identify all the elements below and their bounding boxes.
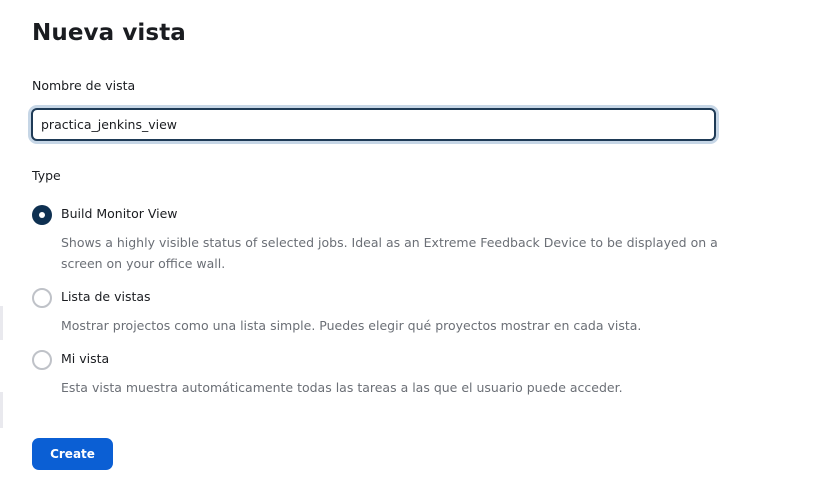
view-name-input[interactable]: [31, 108, 716, 141]
create-button[interactable]: Create: [32, 438, 113, 470]
view-name-label: Nombre de vista: [32, 78, 136, 93]
radio-button[interactable]: [32, 350, 52, 370]
option-description: Shows a highly visible status of selecte…: [61, 235, 718, 271]
radio-button[interactable]: [32, 288, 52, 308]
radio-button-selected[interactable]: [32, 205, 52, 225]
new-view-page: Nueva vista Nombre de vista Type Build M…: [0, 0, 818, 483]
left-edge-divider: [0, 392, 3, 428]
option-label[interactable]: Mi vista: [61, 351, 109, 366]
left-edge-divider: [0, 306, 3, 340]
option-label[interactable]: Lista de vistas: [61, 289, 151, 304]
option-description: Mostrar projectos como una lista simple.…: [61, 318, 642, 333]
type-label: Type: [32, 168, 61, 183]
option-description: Esta vista muestra automáticamente todas…: [61, 380, 623, 395]
page-title: Nueva vista: [32, 20, 186, 46]
option-label[interactable]: Build Monitor View: [61, 206, 178, 221]
